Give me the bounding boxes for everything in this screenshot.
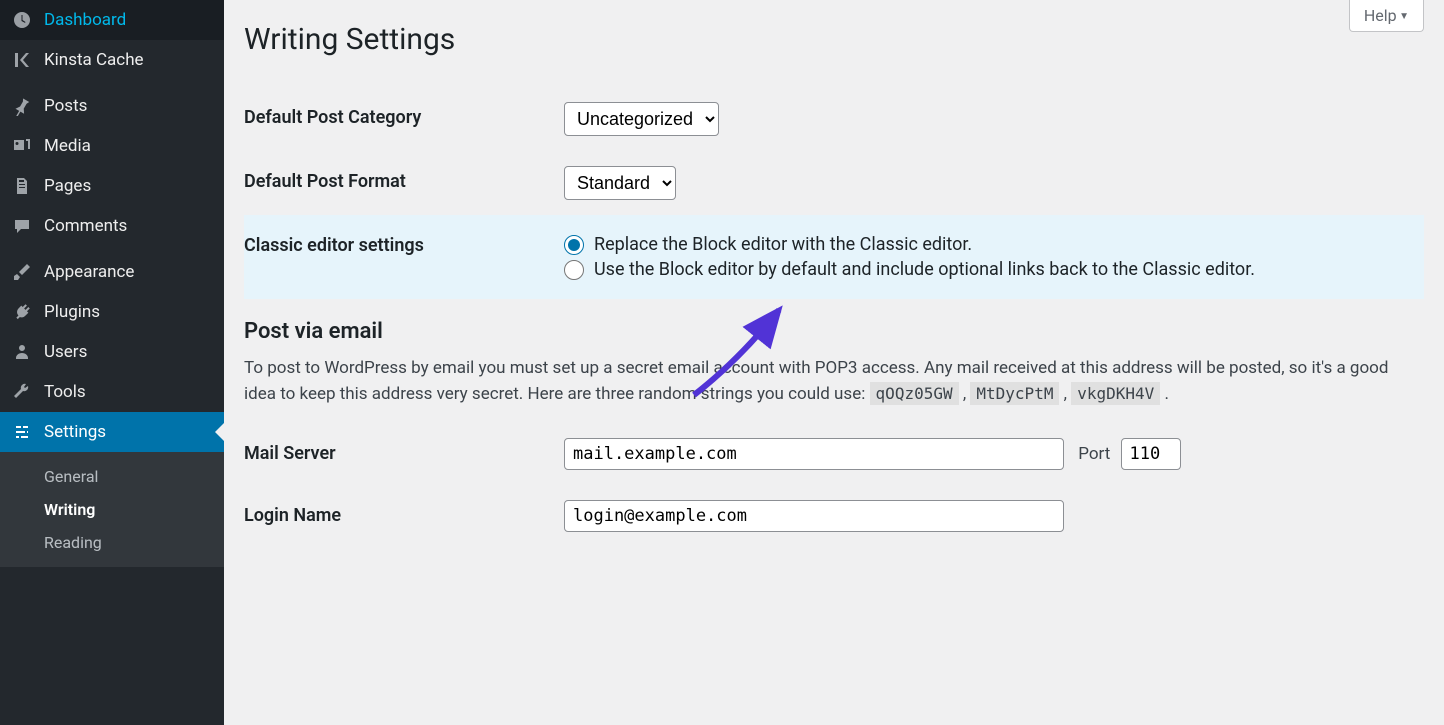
sidebar-label: Plugins <box>44 302 100 322</box>
random-string-1: qOQz05GW <box>870 382 959 405</box>
random-string-3: vkgDKH4V <box>1071 382 1160 405</box>
sidebar-item-kinsta-cache[interactable]: Kinsta Cache <box>0 40 224 80</box>
sidebar-item-dashboard[interactable]: Dashboard <box>0 0 224 40</box>
login-name-label: Login Name <box>244 485 554 547</box>
plug-icon <box>12 302 32 322</box>
sidebar-label: Media <box>44 136 91 156</box>
dashboard-icon <box>12 10 32 30</box>
sidebar-label: Dashboard <box>44 10 126 30</box>
main-content: Help Writing Settings Default Post Categ… <box>224 0 1444 725</box>
user-icon <box>12 342 32 362</box>
login-name-input[interactable] <box>564 500 1064 532</box>
post-via-email-description: To post to WordPress by email you must s… <box>244 356 1404 407</box>
sidebar-label: Pages <box>44 176 91 196</box>
page-title: Writing Settings <box>244 22 1424 57</box>
classic-editor-option-block[interactable]: Use the Block editor by default and incl… <box>564 259 1414 280</box>
classic-editor-option-replace[interactable]: Replace the Block editor with the Classi… <box>564 234 1414 255</box>
submenu-item-reading[interactable]: Reading <box>0 526 224 559</box>
sidebar-item-settings[interactable]: Settings <box>0 412 224 452</box>
submenu-item-general[interactable]: General <box>0 460 224 493</box>
default-post-format-select[interactable]: Standard <box>564 166 676 200</box>
default-post-category-select[interactable]: Uncategorized <box>564 102 719 136</box>
sidebar-item-appearance[interactable]: Appearance <box>0 252 224 292</box>
sidebar-label: Appearance <box>44 262 134 282</box>
sidebar-label: Settings <box>44 422 106 442</box>
classic-editor-radio-block[interactable] <box>564 260 584 280</box>
pages-icon <box>12 176 32 196</box>
help-tab[interactable]: Help <box>1349 0 1424 32</box>
settings-icon <box>12 422 32 442</box>
wrench-icon <box>12 382 32 402</box>
radio-label: Replace the Block editor with the Classi… <box>594 234 972 255</box>
submenu-item-writing[interactable]: Writing <box>0 493 224 526</box>
random-string-2: MtDycPtM <box>970 382 1059 405</box>
mail-settings-form: Mail Server Port Login Name <box>244 423 1424 547</box>
sidebar-item-plugins[interactable]: Plugins <box>0 292 224 332</box>
classic-editor-settings-label: Classic editor settings <box>244 215 554 299</box>
sidebar-label: Tools <box>44 382 86 402</box>
post-via-email-heading: Post via email <box>244 319 1424 344</box>
settings-form: Default Post Category Uncategorized Defa… <box>244 87 1424 299</box>
settings-submenu: General Writing Reading <box>0 452 224 567</box>
mail-server-input[interactable] <box>564 438 1064 470</box>
media-icon <box>12 136 32 156</box>
default-post-format-label: Default Post Format <box>244 151 554 215</box>
sidebar-item-users[interactable]: Users <box>0 332 224 372</box>
mail-server-label: Mail Server <box>244 423 554 485</box>
sidebar-item-media[interactable]: Media <box>0 126 224 166</box>
sidebar-label: Posts <box>44 96 87 116</box>
sidebar-item-tools[interactable]: Tools <box>0 372 224 412</box>
port-label: Port <box>1078 444 1110 464</box>
default-post-category-label: Default Post Category <box>244 87 554 151</box>
sidebar-item-comments[interactable]: Comments <box>0 206 224 246</box>
radio-label: Use the Block editor by default and incl… <box>594 259 1255 280</box>
desc-text: To post to WordPress by email you must s… <box>244 358 1388 404</box>
sidebar-item-pages[interactable]: Pages <box>0 166 224 206</box>
sidebar-label: Comments <box>44 216 127 236</box>
brush-icon <box>12 262 32 282</box>
port-input[interactable] <box>1121 438 1181 470</box>
sidebar-label: Kinsta Cache <box>44 50 144 70</box>
pin-icon <box>12 96 32 116</box>
kinsta-icon <box>12 50 32 70</box>
sidebar-item-posts[interactable]: Posts <box>0 86 224 126</box>
classic-editor-radio-replace[interactable] <box>564 235 584 255</box>
comments-icon <box>12 216 32 236</box>
admin-sidebar: Dashboard Kinsta Cache Posts Media Pages… <box>0 0 224 725</box>
sidebar-label: Users <box>44 342 87 362</box>
